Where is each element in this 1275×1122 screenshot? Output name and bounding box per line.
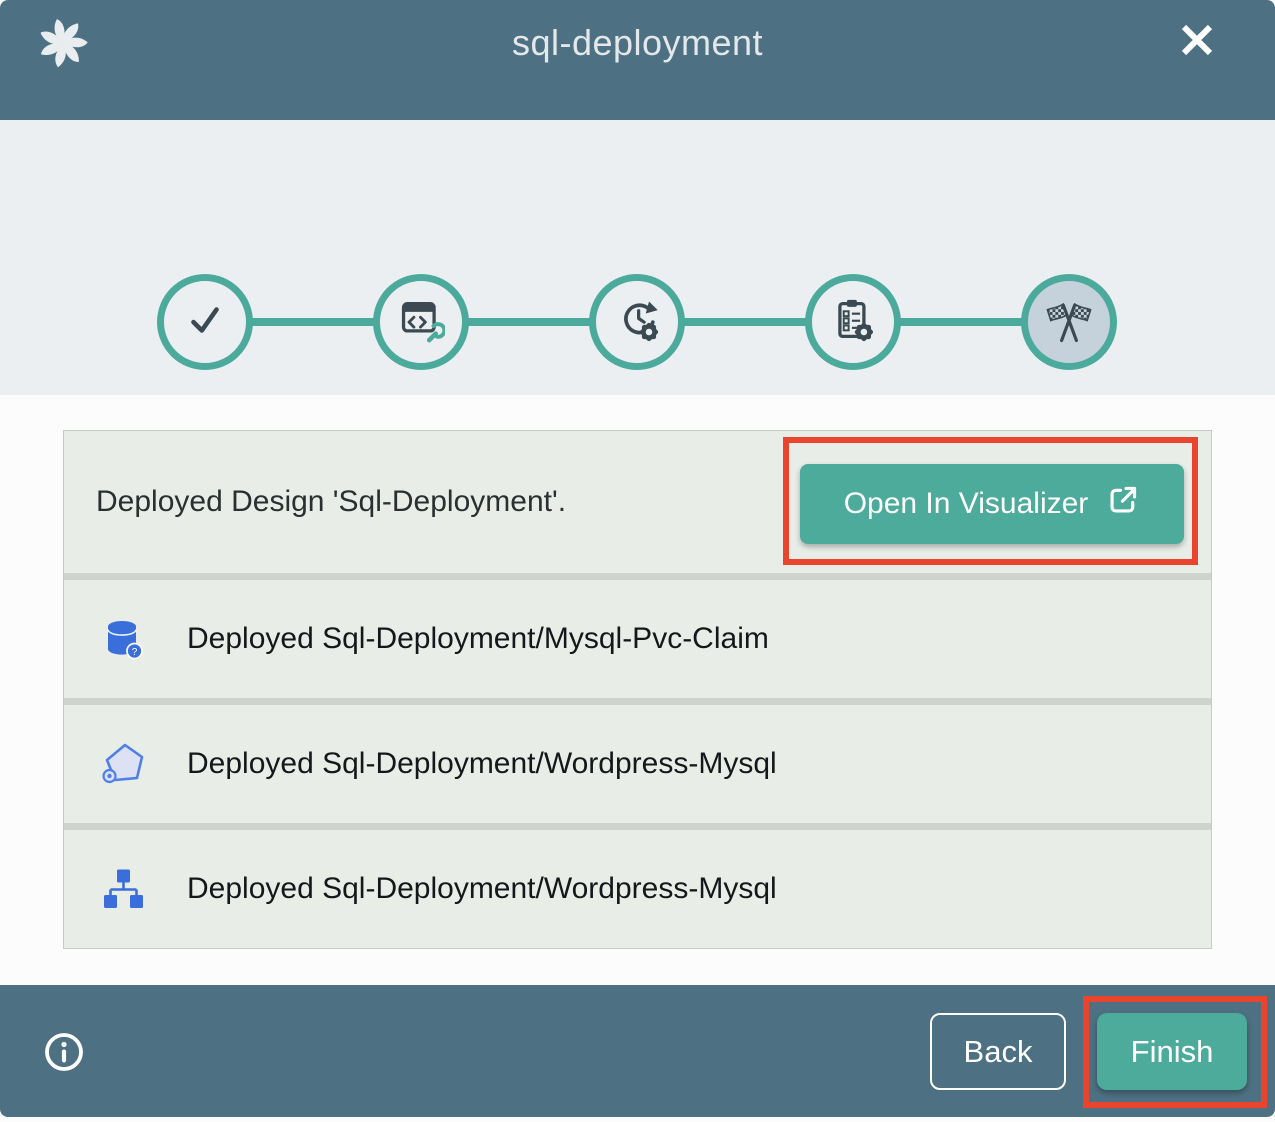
svg-text:?: ? bbox=[132, 647, 138, 658]
dialog-title: sql-deployment bbox=[0, 22, 1275, 64]
list-item: Deployed Sql-Deployment/Wordpress-Mysql bbox=[64, 705, 1211, 823]
code-config-icon bbox=[397, 296, 445, 349]
list-item-text: Deployed Sql-Deployment/Wordpress-Mysql bbox=[187, 747, 777, 781]
step-dry-run[interactable] bbox=[589, 274, 685, 370]
deployment-stepper: Validate Design Identify Environments Dr… bbox=[0, 120, 1275, 395]
dry-run-icon bbox=[613, 296, 661, 349]
close-button[interactable] bbox=[1177, 20, 1217, 60]
dialog-footer bbox=[0, 985, 1275, 1117]
list-item: Deployed Sql-Deployment/Wordpress-Mysql bbox=[64, 830, 1211, 948]
open-in-visualizer-button[interactable]: Open In Visualizer bbox=[800, 464, 1184, 544]
external-link-icon bbox=[1106, 483, 1140, 525]
list-item-text: Deployed Sql-Deployment/Wordpress-Mysql bbox=[187, 872, 777, 906]
step-finalize-deployment[interactable] bbox=[805, 274, 901, 370]
database-icon: ? bbox=[99, 615, 147, 663]
back-button[interactable]: Back bbox=[930, 1013, 1066, 1090]
finish-button[interactable]: Finish bbox=[1097, 1013, 1247, 1090]
deployed-design-message: Deployed Design 'Sql-Deployment'. bbox=[96, 485, 566, 519]
check-icon bbox=[182, 297, 228, 348]
deployment-results-list: Deployed Design 'Sql-Deployment'. Open I… bbox=[63, 430, 1212, 949]
deployment-dialog: sql-deployment bbox=[0, 0, 1275, 1122]
list-item: ? Deployed Sql-Deployment/Mysql-Pvc-Clai… bbox=[64, 580, 1211, 698]
clipboard-gear-icon bbox=[829, 296, 877, 349]
open-in-visualizer-label: Open In Visualizer bbox=[844, 487, 1089, 521]
info-icon[interactable] bbox=[42, 1030, 86, 1074]
topology-icon bbox=[99, 865, 147, 913]
list-item-text: Deployed Sql-Deployment/Mysql-Pvc-Claim bbox=[187, 622, 769, 656]
close-icon bbox=[1177, 48, 1217, 63]
summary-row: Deployed Design 'Sql-Deployment'. Open I… bbox=[64, 431, 1211, 573]
finish-flags-icon bbox=[1044, 295, 1094, 350]
dialog-titlebar: sql-deployment bbox=[0, 0, 1275, 120]
results-content: Deployed Design 'Sql-Deployment'. Open I… bbox=[0, 395, 1275, 985]
pentagon-resource-icon bbox=[99, 740, 147, 788]
step-identify-environments[interactable] bbox=[373, 274, 469, 370]
step-finish[interactable] bbox=[1021, 274, 1117, 370]
step-validate-design[interactable] bbox=[157, 274, 253, 370]
